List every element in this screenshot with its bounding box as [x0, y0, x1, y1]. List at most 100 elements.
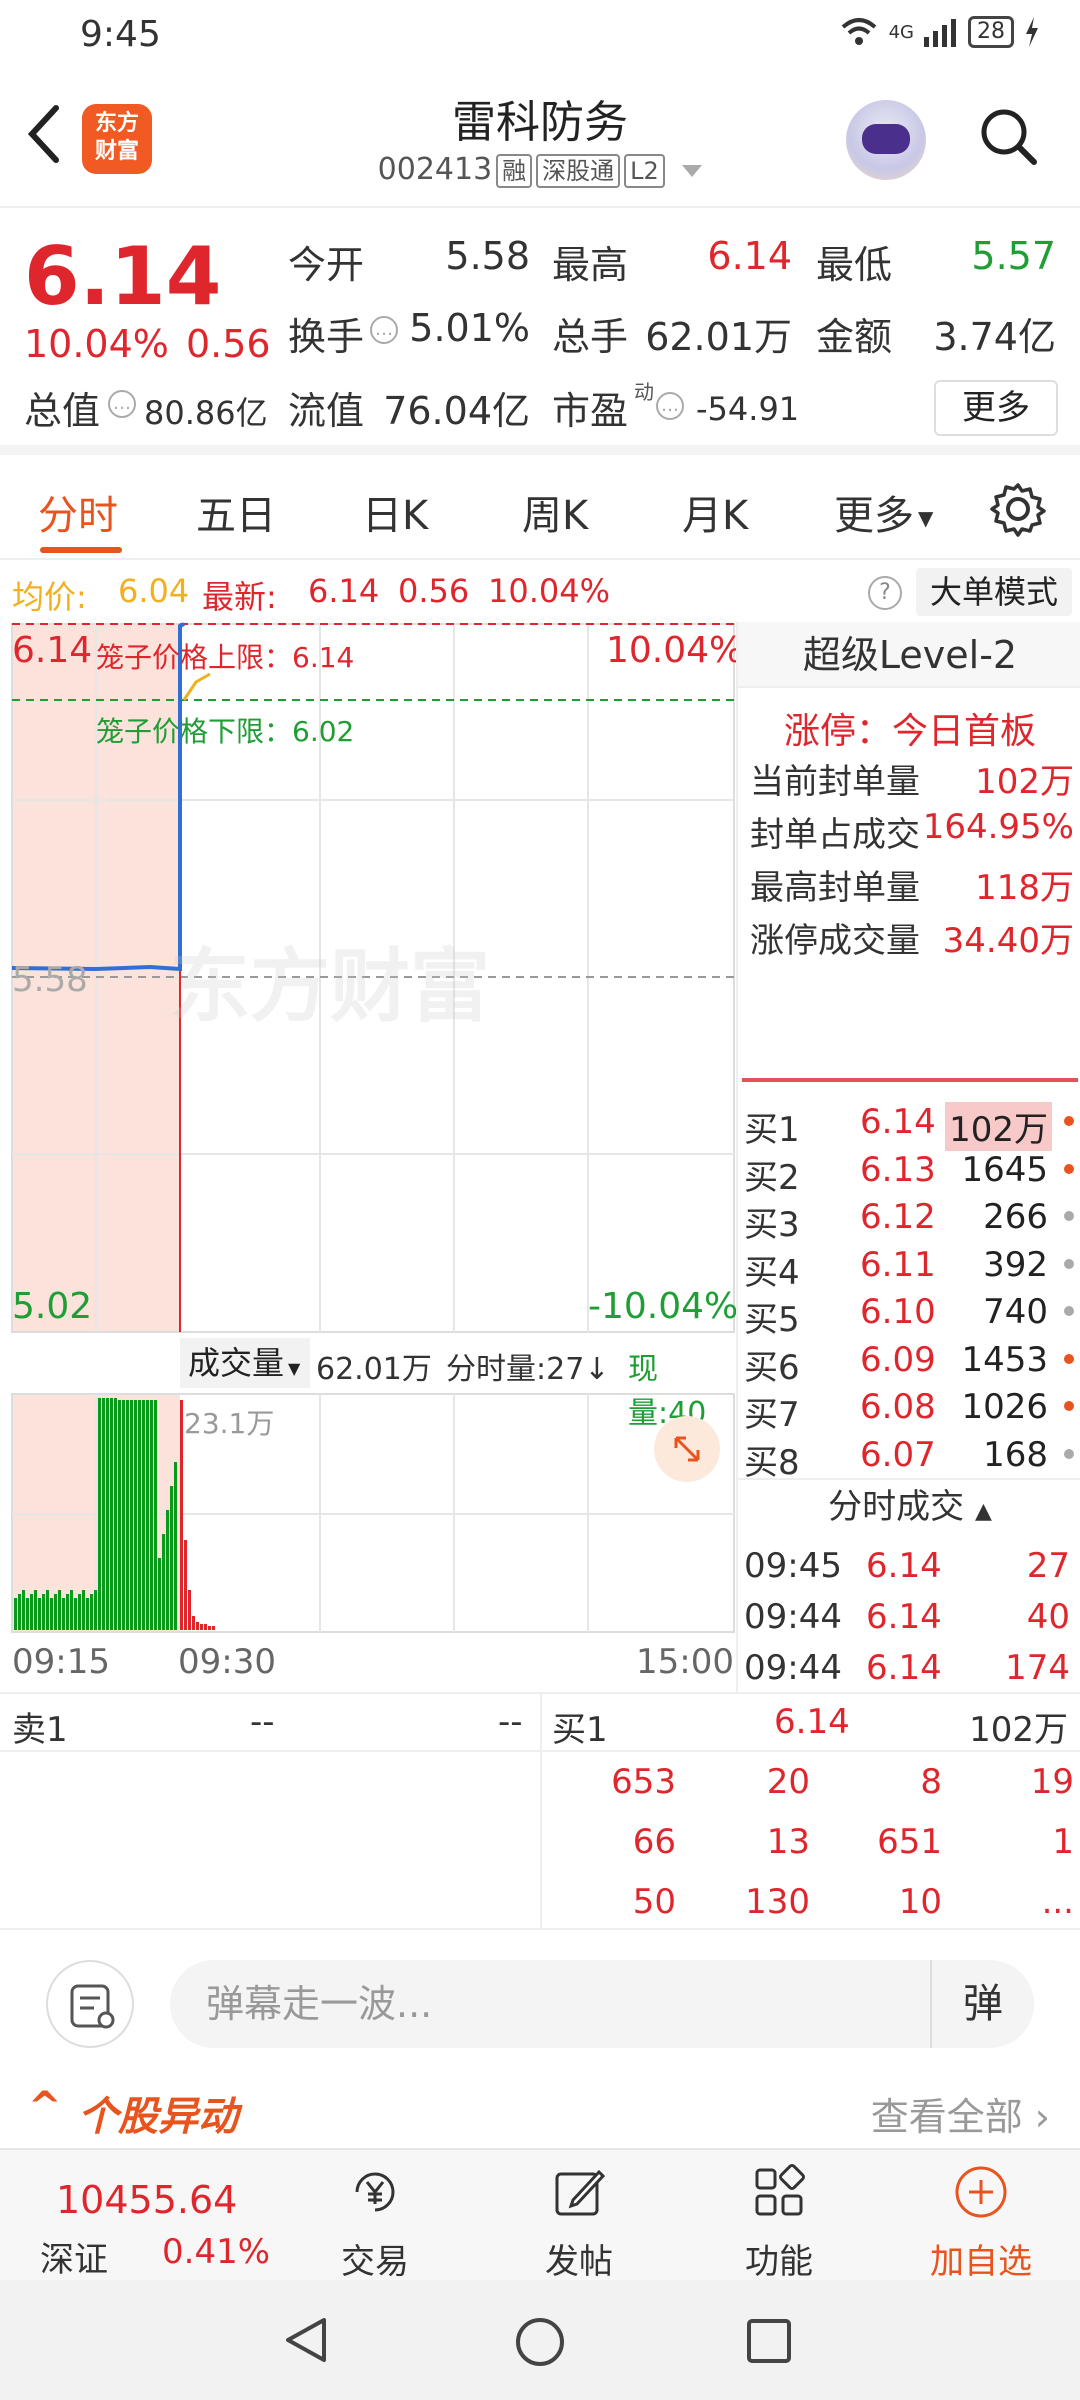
expand-icon[interactable]	[654, 1416, 720, 1482]
queue-order-cell: 10	[898, 1882, 942, 1922]
tab-monthly-k[interactable]: 月K	[682, 483, 748, 541]
bid-row[interactable]: 买7 6.08 1026	[744, 1383, 1074, 1435]
info-icon[interactable]: …	[656, 392, 684, 420]
volume-bar	[94, 1590, 97, 1630]
bid-label: 买8	[744, 1442, 800, 1483]
bid-row[interactable]: 买5 6.10 740	[744, 1288, 1074, 1340]
volume-selector-label: 成交量	[188, 1344, 285, 1382]
divider	[540, 1694, 542, 1932]
network-type: 4G	[888, 21, 914, 43]
bid-qty: 266	[983, 1197, 1048, 1237]
pe-superscript: 动	[634, 380, 654, 404]
volume-bar	[82, 1590, 85, 1630]
search-icon[interactable]	[978, 106, 1038, 166]
chart-bottom-price: 5.02	[12, 1286, 93, 1327]
chevron-up-icon[interactable]: ^	[28, 2084, 62, 2130]
info-icon[interactable]: …	[108, 390, 136, 418]
comment-list-icon[interactable]	[46, 1960, 134, 2048]
volume-bar	[150, 1400, 153, 1630]
avg-label: 均价:	[12, 578, 87, 616]
bid-label: 买7	[744, 1395, 800, 1435]
sell1-price: --	[250, 1702, 275, 1742]
bid-row[interactable]: 买4 6.11 392	[744, 1241, 1074, 1293]
bid-row[interactable]: 买6 6.09 1453	[744, 1336, 1074, 1388]
stat-label: 封单占成交	[750, 815, 920, 855]
buy1-label: 买1	[552, 1710, 608, 1750]
nav-add-watchlist-label: 加自选	[930, 2242, 1032, 2282]
upper-limit-label: 笼子价格上限：6.14	[96, 641, 355, 674]
volume-bar	[30, 1594, 33, 1630]
more-quote-button[interactable]: 更多	[934, 380, 1058, 436]
help-icon[interactable]: ?	[868, 576, 902, 610]
intraday-chart[interactable]: 东方财富 6.14 10.04% 笼子价格上限：6.14 笼子价格下限：6.02…	[0, 622, 743, 1692]
bid-price: 6.09	[860, 1339, 936, 1380]
tick-row: 09:44 6.14 174	[744, 1644, 1074, 1692]
tick-price: 6.14	[866, 1597, 942, 1637]
back-triangle-icon[interactable]	[280, 2314, 332, 2366]
volume-bar	[204, 1624, 207, 1630]
volume-minute-text: 分时量:27	[446, 1352, 585, 1387]
amount-label: 金额	[816, 315, 893, 359]
tab-more[interactable]: 更多 ▼	[834, 483, 933, 541]
tick-qty: 40	[1026, 1597, 1070, 1637]
robot-assistant-icon[interactable]	[846, 100, 926, 180]
home-circle-icon[interactable]	[512, 2314, 568, 2370]
big-order-mode-button[interactable]: 大单模式	[916, 568, 1072, 616]
tab-intraday[interactable]: 分时	[38, 483, 118, 541]
nav-add-watchlist[interactable]: 加自选	[906, 2150, 1056, 2282]
danmaku-toggle-button[interactable]: 弹	[930, 1960, 1034, 2048]
level2-title[interactable]: 超级Level-2	[738, 622, 1080, 688]
view-all-label: 查看全部	[870, 2095, 1023, 2139]
queue-order-cell: 8	[920, 1762, 942, 1802]
volume-bar	[102, 1398, 105, 1630]
volume-bar	[158, 1558, 161, 1630]
system-nav-bar	[0, 2280, 1080, 2400]
low-label: 最低	[816, 243, 893, 287]
stat-value: 118万	[975, 868, 1074, 908]
status-bar: 9:45 4G 28	[0, 0, 1080, 72]
bid-row[interactable]: 买3 6.12 266	[744, 1193, 1074, 1245]
lower-limit-label: 笼子价格下限：6.02	[96, 715, 355, 748]
tab-five-day[interactable]: 五日	[196, 483, 276, 541]
volume-bar	[154, 1400, 157, 1630]
dropdown-triangle-icon	[682, 164, 703, 177]
nav-functions[interactable]: 功能	[704, 2150, 854, 2282]
nav-functions-label: 功能	[745, 2242, 813, 2282]
bid-price: 6.14	[860, 1102, 936, 1142]
stat-value: 34.40万	[942, 921, 1074, 961]
pe-label: 市盈	[552, 389, 629, 433]
info-icon[interactable]: …	[370, 316, 398, 344]
nav-trade[interactable]: 交易	[300, 2150, 450, 2282]
latest-change: 0.56	[398, 572, 470, 610]
volume-bar	[126, 1400, 129, 1630]
tab-daily-k[interactable]: 日K	[362, 483, 428, 541]
volume-selector[interactable]: 成交量 ▼	[180, 1338, 310, 1388]
nav-trade-label: 交易	[341, 2242, 409, 2282]
bid-price: 6.12	[860, 1197, 936, 1237]
index-ticker[interactable]: 10455.64 深证 0.41%	[0, 2150, 290, 2282]
bid-row[interactable]: 买1 6.14 102万	[744, 1098, 1074, 1151]
bid-row[interactable]: 买2 6.13 1645	[744, 1146, 1074, 1198]
danmaku-input[interactable]: 弹幕走一波...	[170, 1960, 1034, 2048]
ticks-header[interactable]: 分时成交 ▲	[738, 1478, 1080, 1532]
tag-connect: 深股通	[536, 154, 621, 188]
nav-post[interactable]: 发帖	[504, 2150, 654, 2282]
volume-bar	[162, 1534, 165, 1630]
chevron-down-icon: ▼	[288, 1359, 301, 1378]
settings-gear-icon[interactable]	[990, 481, 1046, 537]
tab-weekly-k[interactable]: 周K	[522, 483, 588, 541]
stat-label: 当前封单量	[750, 762, 920, 802]
volume-bar	[90, 1594, 93, 1630]
bid-row[interactable]: 买8 6.07 168	[744, 1431, 1074, 1483]
queue-order-cell: 66	[632, 1822, 676, 1862]
bid-qty: 102万	[945, 1102, 1052, 1151]
volume-bar	[18, 1594, 21, 1630]
stat-value: 164.95%	[922, 807, 1074, 847]
bid-price: 6.07	[860, 1434, 936, 1475]
bid-qty: 1645	[961, 1149, 1048, 1190]
recents-square-icon[interactable]	[744, 2316, 794, 2366]
volume-bar	[58, 1590, 61, 1630]
time-start: 09:15	[12, 1642, 110, 1682]
volume-bar	[142, 1400, 145, 1630]
view-all-link[interactable]: 查看全部 ›	[871, 2086, 1050, 2141]
